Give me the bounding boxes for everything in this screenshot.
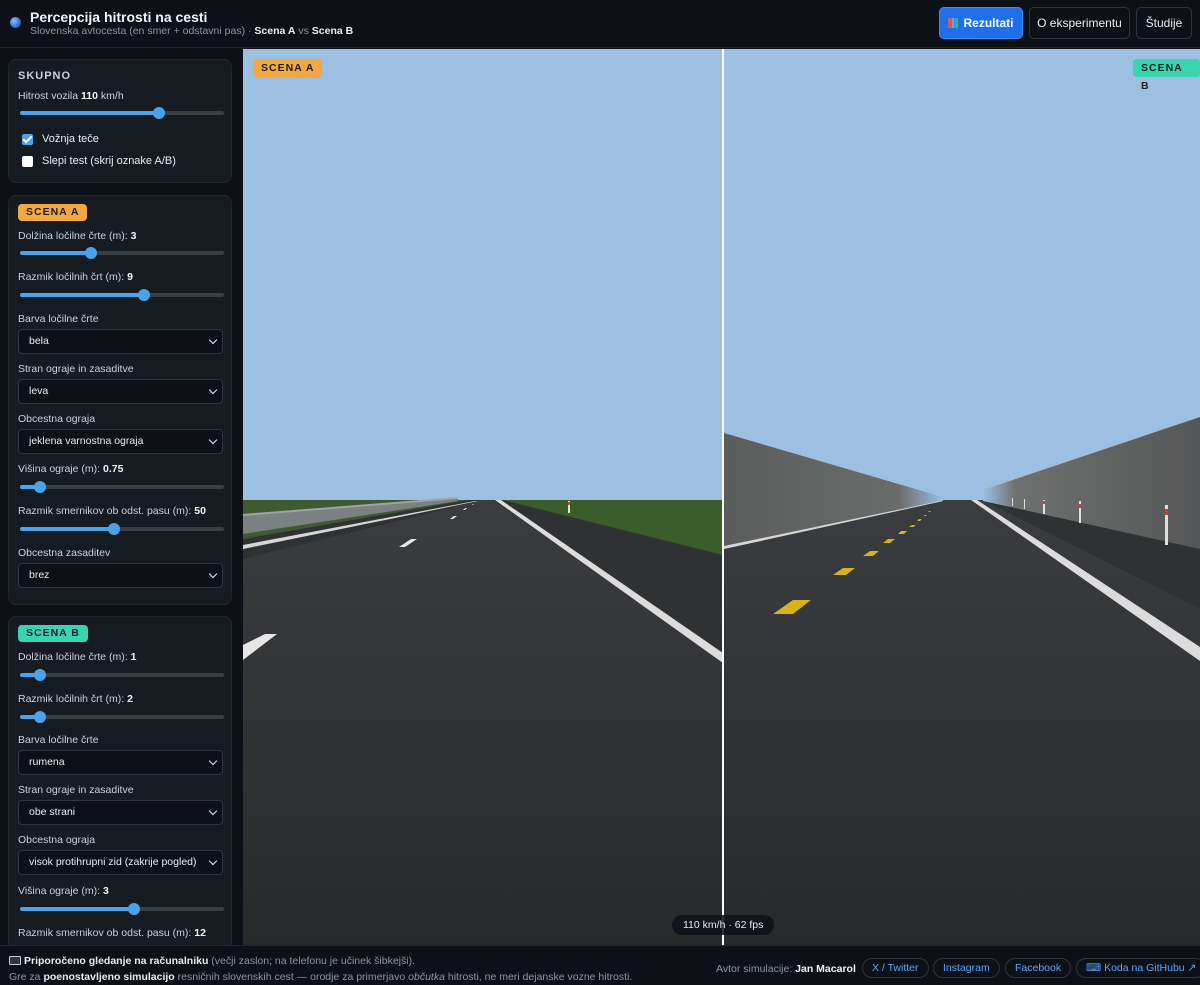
side-label: Stran ograje in zasaditve: [18, 784, 134, 796]
viewport-tag-b: SCENA B: [1133, 59, 1200, 92]
marker-spacing-slider-a[interactable]: [20, 522, 224, 536]
checkbox-checked-icon: [22, 133, 33, 145]
marker-spacing-label: Razmik smernikov ob odst. pasu (m): 50: [18, 505, 206, 517]
driving-checkbox[interactable]: Vožnja teče: [22, 133, 99, 145]
speed-label: Hitrost vozila 110 km/h: [18, 90, 124, 102]
panel-common: SKUPNO Hitrost vozila 110 km/h Vožnja te…: [8, 59, 232, 183]
line-length-label: Dolžina ločilne črte (m): 1: [18, 651, 137, 663]
line-color-select-b[interactable]: rumena: [18, 750, 223, 775]
scene-a-tag: SCENA A: [18, 204, 88, 221]
checkbox-unchecked-icon: [22, 155, 33, 167]
panel-scene-a: SCENA A Dolžina ločilne črte (m): 3 Razm…: [8, 195, 232, 605]
split-divider: [722, 49, 724, 945]
barrier-height-slider-b[interactable]: [20, 902, 224, 916]
line-gap-slider-a[interactable]: [20, 288, 224, 302]
planting-select-a[interactable]: brez: [18, 563, 223, 588]
about-button[interactable]: O eksperimentu: [1029, 7, 1130, 39]
delineator-post: [1012, 498, 1013, 506]
barrier-label: Obcestna ograja: [18, 834, 96, 846]
barrier-height-label: Višina ograje (m): 0.75: [18, 463, 124, 475]
panel-scene-b: SCENA B Dolžina ločilne črte (m): 1 Razm…: [8, 616, 232, 945]
chevron-down-icon: [208, 385, 218, 395]
github-link[interactable]: ⌨ Koda na GitHubu ↗: [1076, 958, 1200, 978]
viewport-tag-a: SCENA A: [253, 59, 323, 77]
chevron-down-icon: [208, 806, 218, 816]
side-select-b[interactable]: obe strani: [18, 800, 223, 825]
footer: Priporočeno gledanje na računalniku (več…: [0, 945, 1200, 985]
speed-fps-readout: 110 km/h · 62 fps: [672, 915, 775, 935]
author-credit: Avtor simulacije: Jan Macarol: [716, 963, 856, 975]
barrier-label: Obcestna ograja: [18, 413, 96, 425]
results-button[interactable]: Rezultati: [939, 7, 1023, 39]
side-label: Stran ograje in zasaditve: [18, 363, 134, 375]
barrier-select-a[interactable]: jeklena varnostna ograja: [18, 429, 223, 454]
speed-slider[interactable]: [20, 106, 224, 120]
top-bar: Percepcija hitrosti na cesti Slovenska a…: [0, 0, 1200, 48]
line-color-label: Barva ločilne črte: [18, 734, 99, 746]
line-color-label: Barva ločilne črte: [18, 313, 99, 325]
line-gap-slider-b[interactable]: [20, 710, 224, 724]
line-length-slider-b[interactable]: [20, 668, 224, 682]
chevron-down-icon: [208, 335, 218, 345]
line-gap-label: Razmik ločilnih črt (m): 9: [18, 271, 133, 283]
marker-spacing-label: Razmik smernikov ob odst. pasu (m): 12: [18, 927, 206, 939]
studies-button[interactable]: Študije: [1136, 7, 1192, 39]
scene-b-tag: SCENA B: [18, 625, 88, 642]
side-select-a[interactable]: leva: [18, 379, 223, 404]
app-logo-icon: [10, 17, 21, 28]
chevron-down-icon: [208, 569, 218, 579]
disclaimer-note: Gre za poenostavljeno simulacijo resničn…: [9, 971, 633, 983]
settings-sidebar: SKUPNO Hitrost vozila 110 km/h Vožnja te…: [0, 49, 242, 945]
section-title-common: SKUPNO: [18, 70, 72, 82]
twitter-link[interactable]: X / Twitter: [862, 958, 929, 978]
chevron-down-icon: [208, 756, 218, 766]
app-title: Percepcija hitrosti na cesti: [30, 9, 208, 25]
scene-a-view: [243, 497, 723, 945]
line-color-select-a[interactable]: bela: [18, 329, 223, 354]
road-scene-canvas: [243, 49, 1200, 945]
monitor-icon: [9, 956, 21, 965]
barrier-height-label: Višina ograje (m): 3: [18, 885, 109, 897]
bar-chart-icon: [948, 18, 959, 28]
blind-test-checkbox[interactable]: Slepi test (skrij oznake A/B): [22, 155, 176, 167]
app-subtitle: Slovenska avtocesta (en smer + odstavni …: [30, 25, 354, 37]
road-viewport: SCENA A SCENA B 110 km/h · 62 fps: [243, 49, 1200, 945]
instagram-link[interactable]: Instagram: [933, 958, 1000, 978]
recommendation-note: Priporočeno gledanje na računalniku (več…: [9, 955, 415, 967]
barrier-select-b[interactable]: visok protihrupni zid (zakrije pogled): [18, 850, 223, 875]
delineator-post: [1024, 499, 1025, 509]
line-length-slider-a[interactable]: [20, 246, 224, 260]
line-gap-label: Razmik ločilnih črt (m): 2: [18, 693, 133, 705]
facebook-link[interactable]: Facebook: [1005, 958, 1072, 978]
scene-b-view: [724, 417, 1200, 945]
barrier-height-slider-a[interactable]: [20, 480, 224, 494]
chevron-down-icon: [208, 435, 218, 445]
planting-label: Obcestna zasaditev: [18, 547, 111, 559]
chevron-down-icon: [208, 856, 218, 866]
line-length-label: Dolžina ločilne črte (m): 3: [18, 230, 137, 242]
